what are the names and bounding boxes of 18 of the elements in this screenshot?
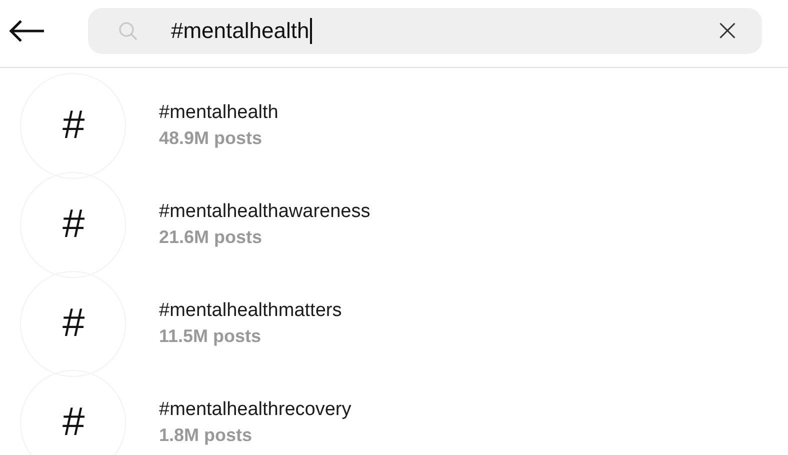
hashtag-icon: # [20,370,126,455]
hashtag-name[interactable]: #mentalhealthrecovery [159,399,352,421]
hashtag-name[interactable]: #mentalhealth [159,102,278,124]
search-field[interactable]: #mentalhealth × [88,8,762,54]
back-arrow-icon[interactable] [8,19,46,43]
search-icon [118,21,138,41]
hashtag-name[interactable]: #mentalhealthawareness [159,201,370,223]
post-count: 1.8M posts [159,425,254,446]
hashtag-icon: # [20,72,126,178]
hashtag-icon: # [20,172,126,278]
post-count: 48.9M posts [159,128,264,149]
text-cursor [310,18,312,44]
hashtag-name[interactable]: #mentalhealthmatters [159,300,342,322]
search-query[interactable]: #mentalhealth [171,18,310,44]
clear-button[interactable]: × [706,16,748,46]
post-count: 11.5M posts [159,326,262,347]
post-count: 21.6M posts [159,227,264,248]
hashtag-icon: # [20,270,126,376]
